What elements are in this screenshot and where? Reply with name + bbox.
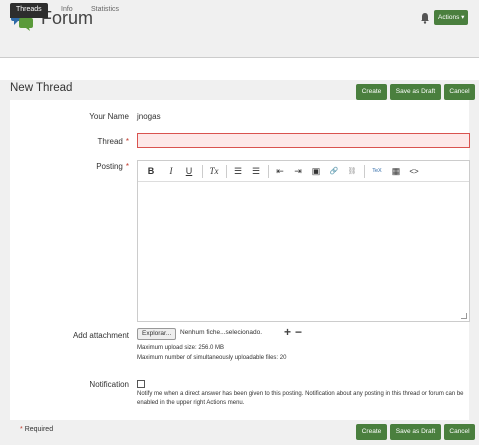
- tab-statistics[interactable]: Statistics: [91, 3, 119, 18]
- required-mark: *: [125, 137, 129, 146]
- attachment-label: Add attachment: [72, 331, 129, 340]
- save-draft-button[interactable]: Save as Draft: [390, 84, 441, 100]
- bullet-list-icon[interactable]: ☰: [232, 165, 244, 178]
- toolbar-separator: [226, 165, 227, 178]
- remove-attachment-icon[interactable]: −: [295, 325, 302, 339]
- underline-icon[interactable]: U: [184, 165, 194, 178]
- add-attachment-icon[interactable]: +: [284, 325, 291, 339]
- required-mark: *: [125, 162, 129, 171]
- cancel-button[interactable]: Cancel: [444, 84, 475, 100]
- link-icon[interactable]: 🔗: [328, 165, 340, 178]
- required-mark: *: [20, 426, 23, 433]
- cancel-button-bottom[interactable]: Cancel: [444, 424, 475, 440]
- posting-editor: B I U Tx ☰ ☰ ⇤ ⇥ ▣ 🔗 ⛓ TeX ▦ <>: [137, 160, 470, 322]
- indent-icon[interactable]: ⇥: [292, 165, 304, 178]
- numbered-list-icon[interactable]: ☰: [250, 165, 262, 178]
- tex-icon[interactable]: TeX: [370, 165, 384, 178]
- editor-toolbar: B I U Tx ☰ ☰ ⇤ ⇥ ▣ 🔗 ⛓ TeX ▦ <>: [138, 161, 469, 182]
- right-margin: [469, 100, 479, 420]
- clear-format-icon[interactable]: Tx: [208, 165, 220, 178]
- tab-bar: [0, 40, 479, 58]
- outdent-icon[interactable]: ⇤: [274, 165, 286, 178]
- create-button-bottom[interactable]: Create: [356, 424, 387, 440]
- left-margin: [0, 100, 10, 420]
- max-files-note: Maximum number of simultaneously uploada…: [137, 355, 287, 361]
- thread-label: Thread *: [97, 137, 129, 146]
- toolbar-separator: [202, 165, 203, 178]
- page-title: New Thread: [10, 82, 73, 94]
- max-upload-note: Maximum upload size: 256.0 MB: [137, 345, 225, 351]
- tab-info[interactable]: Info: [61, 3, 73, 18]
- notification-text: Notify me when a direct answer has been …: [137, 391, 464, 406]
- browse-file-button[interactable]: Explorar...: [137, 328, 177, 340]
- tab-threads[interactable]: Threads: [10, 3, 48, 18]
- posting-label: Posting *: [96, 162, 129, 171]
- file-status: Nenhum fiche...selecionado.: [180, 329, 263, 336]
- required-note: * Required: [20, 426, 54, 433]
- posting-textarea[interactable]: [138, 183, 469, 321]
- toolbar-separator: [268, 165, 269, 178]
- save-draft-button-bottom[interactable]: Save as Draft: [390, 424, 441, 440]
- thread-title-input[interactable]: [137, 133, 470, 148]
- notification-checkbox[interactable]: [137, 380, 145, 388]
- notification-label: Notification: [89, 380, 129, 389]
- unlink-icon[interactable]: ⛓: [346, 165, 358, 178]
- italic-icon[interactable]: I: [166, 165, 176, 178]
- actions-menu-button[interactable]: Actions ▾: [434, 10, 469, 25]
- your-name-label: Your Name: [89, 112, 129, 121]
- media-icon[interactable]: ▦: [390, 165, 402, 178]
- code-icon[interactable]: <>: [408, 165, 420, 178]
- bell-icon[interactable]: [420, 12, 430, 24]
- bold-icon[interactable]: B: [146, 165, 156, 178]
- create-button[interactable]: Create: [356, 84, 387, 100]
- image-icon[interactable]: ▣: [310, 165, 322, 178]
- resize-handle-icon[interactable]: [461, 313, 467, 319]
- toolbar-separator: [364, 165, 365, 178]
- your-name-value: jnogas: [137, 112, 161, 121]
